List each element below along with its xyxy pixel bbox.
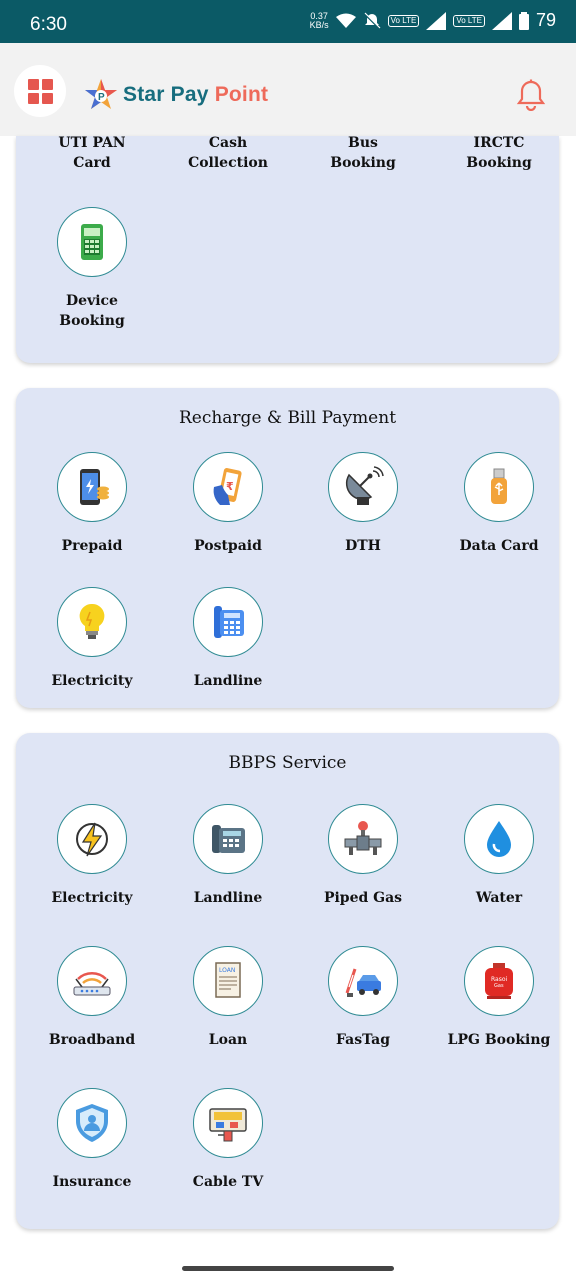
mobile-recharge-icon — [80, 469, 109, 505]
battery-level: 79 — [535, 10, 556, 30]
wifi-icon — [335, 13, 356, 28]
tile-bbps-electricity[interactable]: Electricity — [24, 804, 160, 908]
fastag-car-icon — [345, 968, 381, 997]
status-time: 6:30 — [30, 14, 67, 35]
tile-cash-collection[interactable]: Cash Collection — [160, 133, 296, 173]
svg-text:LOAN: LOAN — [219, 967, 235, 974]
tile-landline-recharge[interactable]: Landline — [160, 587, 296, 691]
grid-menu-icon — [27, 78, 53, 104]
net-speed: 0.37 KB/s — [309, 10, 329, 30]
desk-phone-icon — [212, 825, 245, 853]
lightning-icon — [76, 822, 108, 857]
brand-name: Star Pay Point — [123, 83, 269, 106]
bbps-service-card: BBPS Service Electricity Landline Piped … — [16, 733, 559, 1229]
cable-tv-icon — [209, 1108, 247, 1142]
tile-fastag[interactable]: FasTag — [295, 946, 431, 1050]
status-bar: 6:30 0.37 KB/s Vo LTE Vo LTE 79 — [0, 0, 576, 43]
water-drop-icon — [487, 821, 511, 857]
recharge-bill-card: Recharge & Bill Payment Prepaid ₹ Postpa… — [16, 388, 559, 708]
tile-data-card[interactable]: Data Card — [431, 452, 567, 556]
tile-irctc-booking[interactable]: IRCTC Booking — [431, 133, 567, 173]
gas-pipe-icon — [344, 821, 382, 855]
bbps-title: BBPS Service — [228, 753, 347, 773]
tile-prepaid[interactable]: Prepaid — [24, 452, 160, 556]
tile-electricity-recharge[interactable]: Electricity — [24, 587, 160, 691]
dish-antenna-icon — [345, 466, 384, 505]
svg-text:Rasoi: Rasoi — [491, 976, 508, 983]
app-header: P Star Pay Point — [0, 43, 576, 136]
tile-bbps-landline[interactable]: Landline — [160, 804, 296, 908]
star-logo-icon: P — [85, 79, 117, 109]
status-icons: 0.37 KB/s Vo LTE Vo LTE 79 — [310, 10, 556, 31]
svg-text:P: P — [98, 92, 105, 103]
volte-badge-2: Vo LTE — [453, 14, 485, 27]
bulb-icon — [79, 603, 105, 639]
tile-broadband[interactable]: Broadband — [24, 946, 160, 1050]
lpg-cylinder-icon: Rasoi Gas — [485, 963, 513, 999]
tile-lpg-booking[interactable]: Rasoi Gas LPG Booking — [431, 946, 567, 1050]
loan-document-icon: LOAN — [215, 962, 241, 998]
usb-datacard-icon — [491, 468, 507, 504]
tile-dth[interactable]: DTH — [295, 452, 431, 556]
wifi-router-icon — [73, 972, 111, 996]
signal-icon-2 — [491, 11, 512, 30]
mute-icon — [362, 11, 381, 30]
tile-water[interactable]: Water — [431, 804, 567, 908]
tile-insurance[interactable]: Insurance — [24, 1088, 160, 1192]
services-card-top: UTI PAN Card Cash Collection Bus Booking… — [16, 133, 559, 363]
tile-cable-tv[interactable]: Cable TV — [160, 1088, 296, 1192]
home-indicator[interactable] — [182, 1266, 394, 1271]
volte-badge-1: Vo LTE — [387, 14, 420, 27]
signal-icon-1 — [426, 11, 447, 30]
tile-uti-pan[interactable]: UTI PAN Card — [24, 133, 160, 173]
pos-device-icon — [81, 224, 103, 260]
menu-button[interactable] — [14, 65, 66, 117]
tile-postpaid[interactable]: ₹ Postpaid — [160, 452, 296, 556]
tile-device-booking[interactable]: Device Booking — [24, 207, 160, 331]
svg-text:Gas: Gas — [494, 983, 504, 989]
recharge-title: Recharge & Bill Payment — [178, 408, 397, 428]
tile-bus-booking[interactable]: Bus Booking — [295, 133, 431, 173]
postpaid-phone-icon: ₹ — [213, 468, 242, 505]
battery-icon — [518, 11, 529, 30]
tile-loan[interactable]: LOAN Loan — [160, 946, 296, 1050]
tile-piped-gas[interactable]: Piped Gas — [295, 804, 431, 908]
svg-text:₹: ₹ — [226, 480, 234, 493]
bell-icon[interactable] — [516, 79, 546, 111]
shield-person-icon — [76, 1104, 108, 1142]
landline-phone-icon — [214, 606, 244, 638]
